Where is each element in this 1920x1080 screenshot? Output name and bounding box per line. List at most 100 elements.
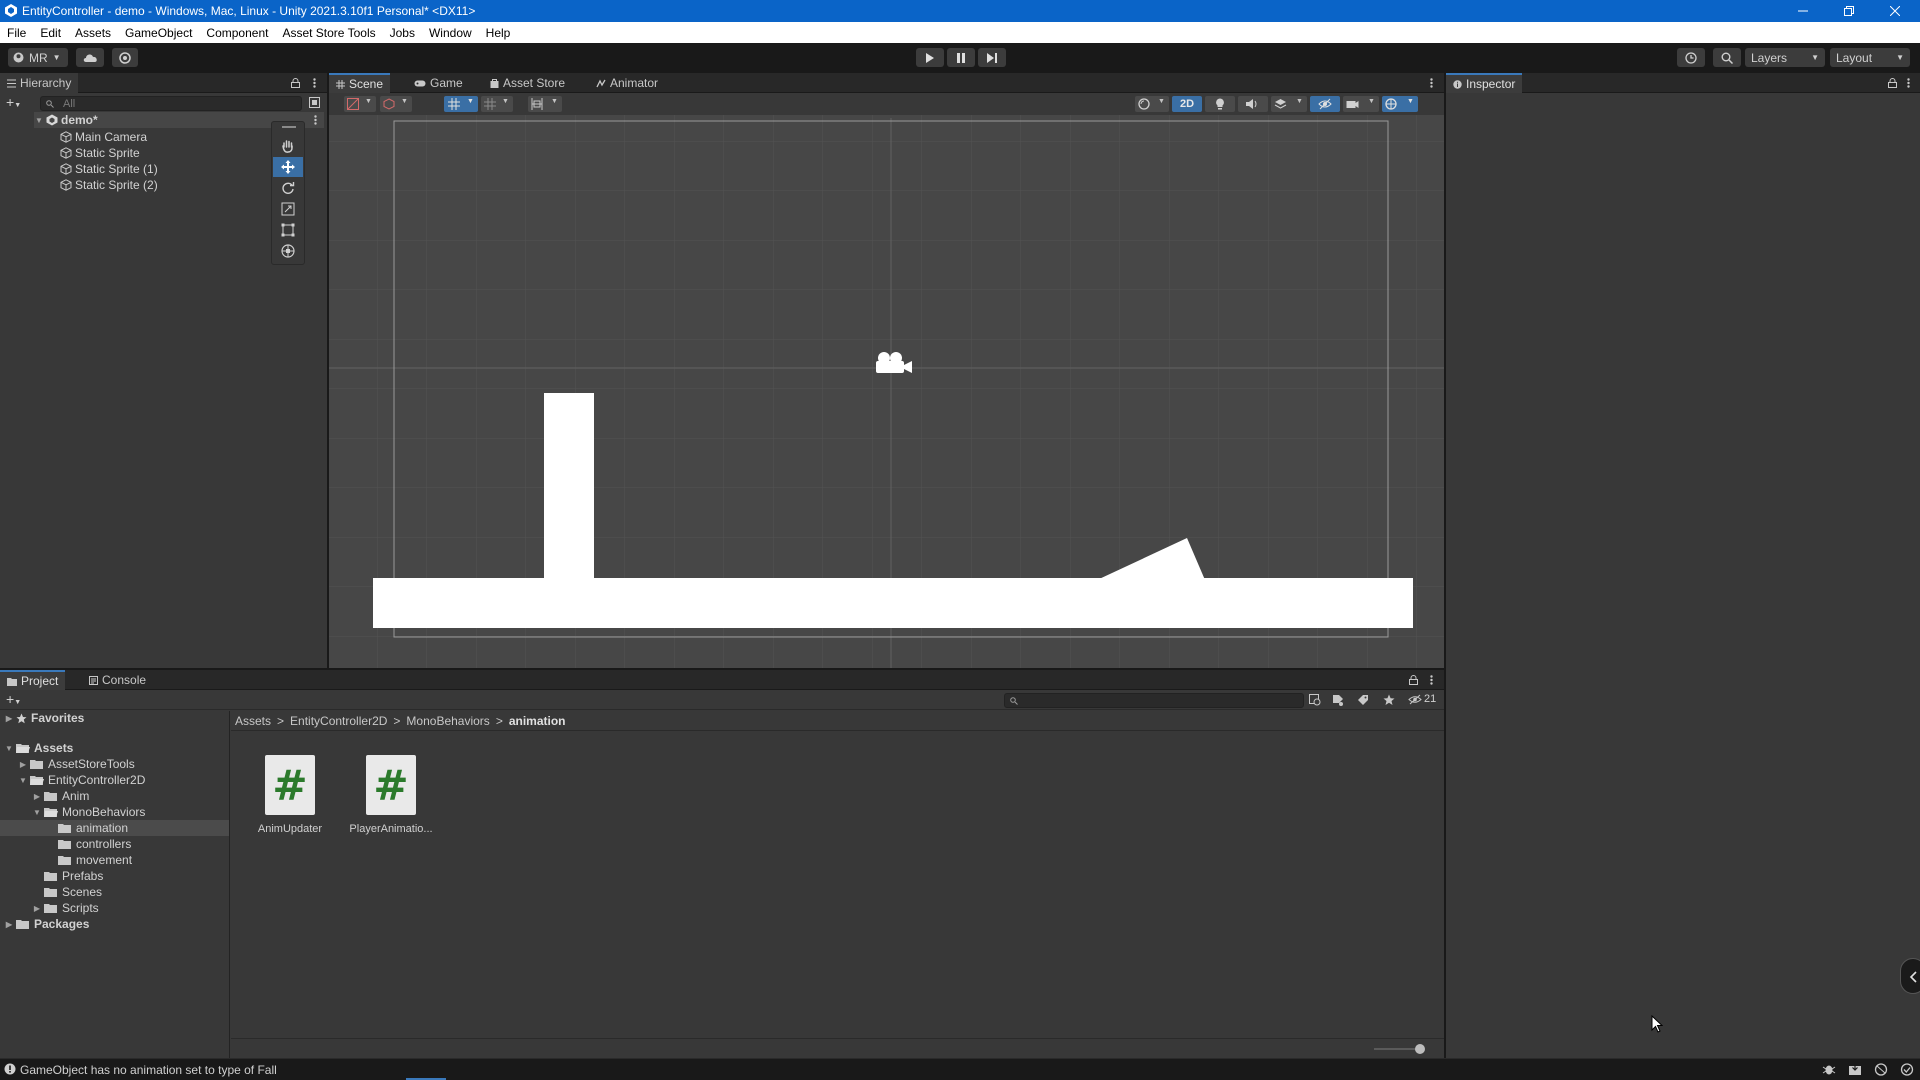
breadcrumb-animation[interactable]: animation — [509, 714, 566, 728]
tab-game[interactable]: Game — [407, 73, 470, 93]
kebab-menu-icon[interactable] — [1907, 78, 1910, 88]
hidden-packages-toggle[interactable]: 21 — [1408, 693, 1436, 705]
scene-viewport[interactable] — [329, 93, 1444, 668]
expand-arrow-icon[interactable]: ▶ — [18, 760, 28, 769]
expand-arrow-icon[interactable]: ▼ — [32, 808, 42, 817]
rect-tool-button[interactable] — [273, 220, 303, 240]
minimize-button[interactable] — [1780, 0, 1826, 22]
snap-increment-dropdown[interactable]: ▼ — [481, 96, 513, 112]
tab-console[interactable]: Console — [82, 670, 153, 690]
tree-entity-controller[interactable]: ▼ EntityController2D — [18, 772, 145, 788]
kebab-menu-icon[interactable] — [314, 115, 317, 125]
camera-settings-dropdown[interactable]: ▼ — [1343, 96, 1379, 112]
tree-animation-selected[interactable]: animation — [0, 820, 229, 836]
tab-scene[interactable]: Scene — [329, 73, 391, 93]
tab-inspector[interactable]: Inspector — [1446, 73, 1523, 93]
breadcrumb-entity-controller[interactable]: EntityController2D — [290, 714, 387, 728]
menu-jobs[interactable]: Jobs — [383, 26, 422, 40]
menu-edit[interactable]: Edit — [33, 26, 68, 40]
tree-prefabs[interactable]: Prefabs — [44, 868, 103, 884]
hierarchy-item-main-camera[interactable]: Main Camera — [60, 129, 147, 145]
kebab-menu-icon[interactable] — [1430, 675, 1433, 685]
hidden-objects-toggle[interactable] — [1310, 96, 1340, 112]
expand-arrow-icon[interactable]: ▼ — [4, 744, 14, 753]
effects-dropdown[interactable]: ▼ — [1271, 96, 1307, 112]
collapse-side-button[interactable] — [1900, 958, 1920, 994]
asset-player-animation[interactable]: # PlayerAnimatio... — [341, 755, 441, 835]
asset-anim-updater[interactable]: # AnimUpdater — [240, 755, 340, 835]
tree-asset-store-tools[interactable]: ▶ AssetStoreTools — [18, 756, 135, 772]
expand-arrow-icon[interactable]: ▶ — [4, 920, 14, 929]
kebab-menu-icon[interactable] — [313, 78, 316, 88]
history-button[interactable] — [1677, 48, 1705, 67]
menu-gameobject[interactable]: GameObject — [118, 26, 199, 40]
menu-window[interactable]: Window — [422, 26, 479, 40]
pause-button[interactable] — [947, 48, 975, 67]
package-download-icon[interactable] — [1848, 1063, 1862, 1076]
gizmos-dropdown[interactable]: ▼ — [1382, 96, 1418, 112]
move-tool-button[interactable] — [273, 157, 303, 177]
add-object-button[interactable]: +▼ — [6, 95, 21, 112]
layers-dropdown[interactable]: Layers ▼ — [1745, 48, 1825, 67]
hierarchy-item-static-sprite-1[interactable]: Static Sprite (1) — [60, 161, 158, 177]
filter-by-label-icon[interactable] — [1332, 694, 1344, 706]
star-icon[interactable] — [1383, 694, 1395, 706]
close-button[interactable] — [1872, 0, 1918, 22]
search-by-type-icon[interactable] — [1309, 694, 1321, 706]
expand-arrow-icon[interactable]: ▼ — [18, 776, 28, 785]
lock-icon[interactable] — [291, 78, 300, 88]
step-button[interactable] — [978, 48, 1006, 67]
tree-movement[interactable]: movement — [58, 852, 132, 868]
tab-project[interactable]: Project — [0, 670, 66, 690]
menu-asset-store-tools[interactable]: Asset Store Tools — [275, 26, 382, 40]
debug-bug-icon[interactable] — [1822, 1063, 1836, 1076]
breadcrumb-assets[interactable]: Assets — [235, 714, 271, 728]
tree-favorites[interactable]: ▶ Favorites — [4, 710, 84, 726]
create-asset-button[interactable]: +▼ — [6, 692, 21, 710]
scale-tool-button[interactable] — [273, 199, 303, 219]
status-message[interactable]: GameObject has no animation set to type … — [20, 1063, 277, 1077]
hierarchy-item-static-sprite[interactable]: Static Sprite — [60, 145, 140, 161]
layout-dropdown[interactable]: Layout ▼ — [1830, 48, 1910, 67]
transform-tool-button[interactable] — [273, 241, 303, 261]
hierarchy-search-input[interactable]: All — [40, 96, 302, 111]
tree-monobehaviors[interactable]: ▼ MonoBehaviors — [32, 804, 145, 820]
menu-help[interactable]: Help — [479, 26, 518, 40]
menu-component[interactable]: Component — [199, 26, 275, 40]
align-dropdown[interactable]: ▼ — [528, 96, 562, 112]
icon-size-slider-thumb[interactable] — [1415, 1044, 1425, 1054]
lock-icon[interactable] — [1888, 78, 1897, 88]
tab-asset-store[interactable]: Asset Store — [483, 73, 572, 93]
tree-scenes[interactable]: Scenes — [44, 884, 102, 900]
menu-assets[interactable]: Assets — [68, 26, 118, 40]
kebab-menu-icon[interactable] — [1430, 78, 1433, 88]
lighting-toggle[interactable] — [1205, 96, 1235, 112]
auto-generate-lighting-icon[interactable] — [1900, 1063, 1914, 1076]
shading-mode-dropdown[interactable]: ▼ — [1135, 96, 1169, 112]
tab-hierarchy[interactable]: Hierarchy — [0, 73, 79, 93]
tab-animator[interactable]: Animator — [589, 73, 665, 93]
breadcrumb-monobehaviors[interactable]: MonoBehaviors — [406, 714, 489, 728]
expand-arrow-icon[interactable]: ▶ — [4, 714, 14, 723]
collab-button[interactable] — [112, 48, 138, 67]
drag-handle[interactable] — [282, 126, 296, 128]
tree-scripts[interactable]: ▶ Scripts — [32, 900, 99, 916]
tree-assets[interactable]: ▼ Assets — [4, 740, 73, 756]
expand-arrow-icon[interactable]: ▼ — [34, 116, 44, 125]
draw-mode-dropdown[interactable]: ▼ — [344, 96, 376, 112]
2d-mode-toggle[interactable]: 2D — [1172, 96, 1202, 112]
lock-icon[interactable] — [1409, 675, 1418, 685]
account-dropdown[interactable]: MR ▼ — [8, 48, 68, 67]
render-mode-dropdown[interactable]: ▼ — [380, 96, 412, 112]
hand-tool-button[interactable] — [273, 136, 303, 156]
play-button[interactable] — [916, 48, 944, 67]
project-search-input[interactable] — [1004, 693, 1304, 708]
expand-arrow-icon[interactable]: ▶ — [32, 904, 42, 913]
scene-canvas[interactable] — [329, 93, 1444, 668]
search-button[interactable] — [1713, 48, 1741, 67]
audio-toggle[interactable] — [1238, 96, 1268, 112]
menu-file[interactable]: File — [0, 26, 33, 40]
rotate-tool-button[interactable] — [273, 178, 303, 198]
tree-controllers[interactable]: controllers — [58, 836, 131, 852]
scene-visibility-icon[interactable] — [309, 97, 320, 108]
